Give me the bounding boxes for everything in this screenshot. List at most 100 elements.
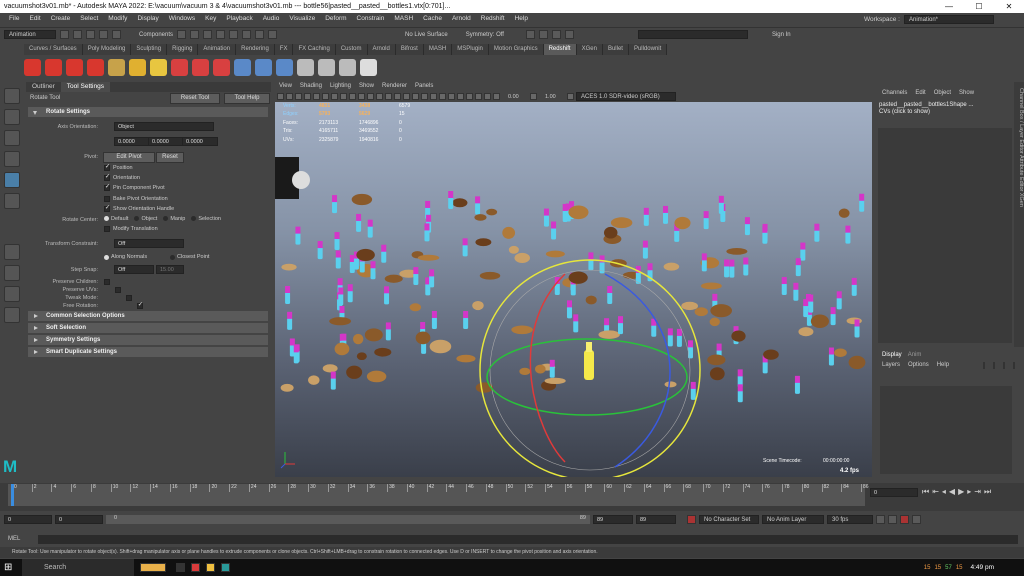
rs-dome-light-icon[interactable] (150, 58, 167, 76)
open-scene-icon[interactable] (73, 30, 82, 39)
character-set-dropdown[interactable]: No Character Set (699, 514, 759, 524)
depth-of-field-icon[interactable] (448, 93, 455, 100)
right-side-tabs[interactable]: Channel Box / Layer Editor Attribute Edi… (1014, 82, 1024, 347)
smart-duplicate-frame[interactable]: Smart Duplicate Settings (28, 347, 268, 357)
layer-list[interactable] (880, 386, 1012, 474)
use-lights-icon[interactable] (403, 93, 410, 100)
menu-select[interactable]: Select (75, 13, 103, 25)
help-menu[interactable]: Help (937, 362, 949, 369)
clock[interactable]: 4:49 pm (971, 564, 995, 571)
shelf-tab-poly-modeling[interactable]: Poly Modeling (82, 44, 132, 55)
tool-help-button[interactable]: Tool Help (224, 92, 270, 104)
default-material-icon[interactable] (385, 93, 392, 100)
mel-label[interactable]: MEL (8, 536, 38, 542)
shelf-tab-fx-caching[interactable]: FX Caching (293, 44, 336, 55)
rs-texture-icon[interactable] (318, 58, 335, 76)
exposure-icon[interactable] (493, 93, 500, 100)
viewport-menu-show[interactable]: Show (355, 82, 378, 91)
step-forward-key-icon[interactable]: ⇥ (974, 487, 981, 497)
reset-tool-button[interactable]: Reset Tool (170, 92, 220, 104)
tab-outliner[interactable]: Outliner (26, 82, 61, 92)
wireframe-icon[interactable] (367, 93, 374, 100)
menu-mash[interactable]: MASH (389, 13, 418, 25)
rs-area-light-icon[interactable] (108, 58, 125, 76)
rotate-center-manip[interactable]: Manip (163, 216, 185, 222)
viewport-menu-renderer[interactable]: Renderer (378, 82, 411, 91)
axis-value-x[interactable]: 0.0000 (114, 137, 150, 146)
select-camera-icon[interactable] (277, 93, 284, 100)
resolution-gate-icon[interactable] (331, 93, 338, 100)
soft-selection-frame[interactable]: Soft Selection (28, 323, 268, 333)
show-orientation-handle-option[interactable]: Show Orientation Handle (104, 204, 174, 212)
rs-batch-icon[interactable] (87, 58, 104, 76)
taskbar-app-image-icon[interactable] (140, 563, 166, 572)
rs-proxy-icon[interactable] (234, 58, 251, 76)
gate-mask-icon[interactable] (340, 93, 347, 100)
single-pane-layout-icon[interactable] (4, 244, 20, 260)
rs-snapshot-icon[interactable] (66, 58, 83, 76)
taskbar-task-view-icon[interactable] (176, 563, 185, 572)
shelf-tab-animation[interactable]: Animation (198, 44, 237, 55)
range-bar[interactable]: 0 89 (106, 514, 590, 524)
layer-up-icon[interactable] (983, 362, 986, 369)
render-view-icon[interactable] (525, 30, 535, 39)
end-frame-field[interactable]: 89 (636, 514, 676, 524)
new-layer-selected-icon[interactable] (1013, 362, 1016, 369)
select-tool-icon[interactable] (4, 88, 20, 104)
safe-action-icon[interactable] (358, 93, 365, 100)
rotate-center-selection[interactable]: Selection (191, 216, 221, 222)
along-normals-radio[interactable]: Along Normals (104, 254, 147, 260)
rotate-tool-icon[interactable] (4, 172, 20, 188)
rs-material-icon[interactable] (297, 58, 314, 76)
smooth-shade-icon[interactable] (376, 93, 383, 100)
menu-constrain[interactable]: Constrain (352, 13, 390, 25)
taskbar-opera-icon[interactable] (191, 563, 200, 572)
menu-file[interactable]: File (4, 13, 24, 25)
modify-translation-option[interactable]: Modify Translation (104, 226, 158, 232)
checkbox[interactable] (104, 204, 110, 212)
isolate-select-icon[interactable] (457, 93, 464, 100)
symmetry-dropdown[interactable]: Symmetry: Off (466, 32, 504, 38)
render-frame-icon[interactable] (538, 30, 548, 39)
minimize-button[interactable]: — (934, 0, 964, 13)
textured-icon[interactable] (394, 93, 401, 100)
rotate-center-default[interactable]: Default (104, 216, 128, 222)
rs-ipr-icon[interactable] (45, 58, 62, 76)
render-settings-icon[interactable] (564, 30, 574, 39)
go-to-end-icon[interactable]: ⏭ (984, 487, 991, 497)
snap-view-plane-icon[interactable] (255, 30, 265, 39)
undo-icon[interactable] (99, 30, 108, 39)
menu-playback[interactable]: Playback (221, 13, 257, 25)
shelf-tab-pulldownit[interactable]: Pulldownit (628, 44, 668, 55)
camera-attributes-icon[interactable] (286, 93, 293, 100)
shelf-tab-curves-surfaces[interactable]: Curves / Surfaces (24, 44, 83, 55)
channel-menu-edit[interactable]: Edit (915, 90, 925, 96)
axis-value-z[interactable]: 0.0000 (182, 137, 218, 146)
menu-visualize[interactable]: Visualize (284, 13, 320, 25)
shelf-tab-arnold[interactable]: Arnold (367, 44, 396, 55)
mel-input[interactable] (38, 534, 1018, 544)
selected-bottle[interactable] (584, 350, 594, 380)
shelf-tab-msplugin[interactable]: MSPlugin (452, 44, 489, 55)
shelf-tab-motion-graphics[interactable]: Motion Graphics (488, 44, 544, 55)
tweak-mode-checkbox[interactable] (125, 295, 132, 302)
audio-icon[interactable] (888, 514, 897, 524)
shelf-tab-fx[interactable]: FX (274, 44, 294, 55)
rs-physical-light-icon[interactable] (192, 58, 209, 76)
checkbox[interactable] (104, 163, 110, 171)
taskbar-maya-icon[interactable] (221, 563, 230, 572)
checkbox[interactable] (104, 173, 110, 181)
shelf-tab-custom[interactable]: Custom (335, 44, 368, 55)
exposure-value[interactable]: 0.00 (508, 94, 528, 100)
rs-volume-icon[interactable] (255, 58, 272, 76)
select-by-component-icon[interactable] (203, 30, 213, 39)
layer-down-icon[interactable] (993, 362, 996, 369)
axis-orientation-dropdown[interactable]: Object (114, 122, 214, 131)
symmetry-settings-frame[interactable]: Symmetry Settings (28, 335, 268, 345)
pivot-orientation-option[interactable]: Orientation (104, 173, 140, 181)
menu-help[interactable]: Help (510, 13, 533, 25)
step-snap-value[interactable]: 15.00 (156, 265, 184, 274)
shelf-tab-bifrost[interactable]: Bifrost (395, 44, 424, 55)
snap-point-icon[interactable] (242, 30, 252, 39)
tab-display[interactable]: Display (882, 352, 902, 358)
